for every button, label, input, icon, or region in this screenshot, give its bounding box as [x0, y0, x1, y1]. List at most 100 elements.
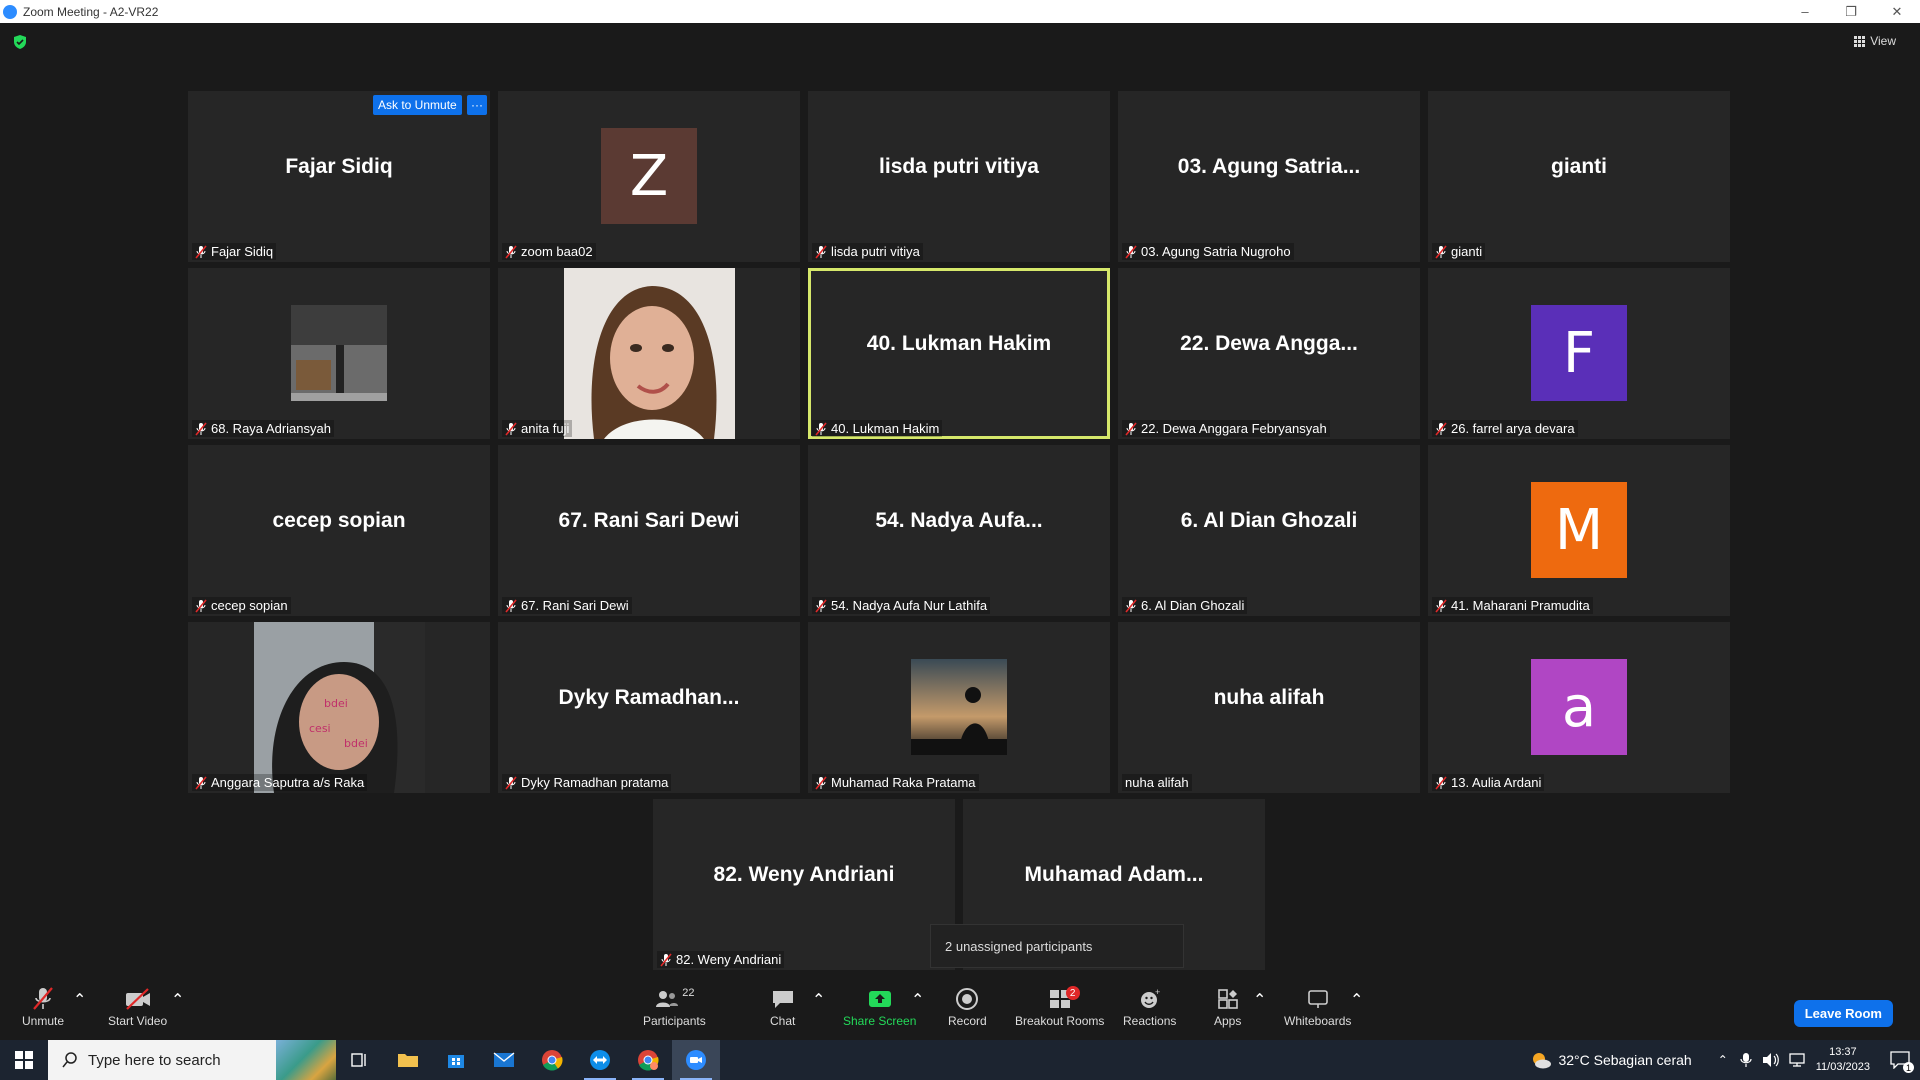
mail-app[interactable]	[480, 1040, 528, 1080]
volume-icon[interactable]	[1762, 1052, 1780, 1068]
unmute-button[interactable]: Unmute	[22, 984, 64, 1028]
participant-tile[interactable]: F 26. farrel arya devara	[1428, 268, 1730, 439]
leave-room-button[interactable]: Leave Room	[1793, 1000, 1893, 1027]
restore-button[interactable]: ❐	[1828, 0, 1874, 23]
mic-muted-icon	[1435, 244, 1447, 259]
participant-name: Fajar Sidiq	[211, 244, 274, 259]
participant-name: 67. Rani Sari Dewi	[521, 598, 629, 613]
participant-tile[interactable]: 6. Al Dian Ghozali 6. Al Dian Ghozali	[1118, 445, 1420, 616]
participant-tile[interactable]: 40. Lukman Hakim 40. Lukman Hakim	[808, 268, 1110, 439]
network-icon[interactable]	[1788, 1052, 1806, 1068]
participant-tile[interactable]: Fajar Sidiq Fajar Sidiq Ask to Unmute ···	[188, 91, 490, 262]
whiteboards-label: Whiteboards	[1284, 1014, 1352, 1028]
whiteboard-icon	[1307, 990, 1328, 1008]
apps-icon	[1217, 989, 1238, 1009]
participants-count: 22	[682, 987, 695, 999]
more-options-button[interactable]: ···	[467, 95, 487, 115]
search-icon	[62, 1052, 77, 1068]
view-label: View	[1870, 34, 1896, 48]
store-app[interactable]	[432, 1040, 480, 1080]
participant-name-label: anita fuji	[502, 420, 573, 437]
mic-muted-icon	[815, 244, 827, 259]
mic-muted-icon	[660, 952, 672, 967]
reactions-button[interactable]: + Reactions	[1123, 984, 1176, 1028]
participant-tile[interactable]: cecep sopian cecep sopian	[188, 445, 490, 616]
participant-display-name: 67. Rani Sari Dewi	[558, 508, 740, 532]
participant-name-label: 22. Dewa Anggara Febryansyah	[1122, 420, 1330, 437]
search-highlight-image	[276, 1040, 336, 1080]
weather-text[interactable]: 32°C Sebagian cerah	[1558, 1052, 1691, 1068]
minimize-button[interactable]: –	[1782, 0, 1828, 23]
ask-to-unmute-button[interactable]: Ask to Unmute	[373, 95, 462, 115]
chat-options-caret[interactable]: ⌃	[812, 990, 825, 1010]
teamviewer-app[interactable]	[576, 1040, 624, 1080]
mic-muted-icon	[1435, 598, 1447, 613]
store-icon	[448, 1055, 464, 1068]
breakout-rooms-button[interactable]: 2 Breakout Rooms	[1015, 984, 1104, 1028]
participant-name-label: 82. Weny Andriani	[657, 951, 785, 968]
participants-label: Participants	[643, 1014, 706, 1028]
participant-name: 82. Weny Andriani	[676, 952, 782, 967]
participant-tile[interactable]: Muhamad Raka Pratama	[808, 622, 1110, 793]
participant-name-label: Anggara Saputra a/s Raka	[192, 774, 368, 791]
audio-options-caret[interactable]: ⌃	[73, 990, 86, 1010]
encryption-shield-icon[interactable]	[12, 34, 28, 50]
participants-button[interactable]: 22 Participants	[643, 984, 706, 1028]
start-button[interactable]	[0, 1040, 48, 1080]
weather-icon[interactable]	[1530, 1049, 1552, 1071]
participant-tile[interactable]: nuha alifah nuha alifah	[1118, 622, 1420, 793]
taskbar-search[interactable]: Type here to search	[48, 1040, 336, 1080]
participant-tile[interactable]: 68. Raya Adriansyah	[188, 268, 490, 439]
apps-options-caret[interactable]: ⌃	[1253, 990, 1266, 1010]
participant-name-label: 67. Rani Sari Dewi	[502, 597, 632, 614]
participant-tile[interactable]: lisda putri vitiya lisda putri vitiya	[808, 91, 1110, 262]
participant-name: 54. Nadya Aufa Nur Lathifa	[831, 598, 988, 613]
share-screen-icon	[868, 991, 891, 1007]
participant-tile[interactable]: 22. Dewa Angga... 22. Dewa Anggara Febrya…	[1118, 268, 1420, 439]
participant-tile[interactable]: anita fuji	[498, 268, 800, 439]
participant-name-label: 13. Aulia Ardani	[1432, 774, 1545, 791]
whiteboards-button[interactable]: Whiteboards	[1284, 984, 1351, 1028]
participant-name: cecep sopian	[211, 598, 288, 613]
participant-tile[interactable]: a 13. Aulia Ardani	[1428, 622, 1730, 793]
notification-center-button[interactable]: 1	[1880, 1051, 1920, 1073]
chat-button[interactable]: Chat	[770, 984, 795, 1028]
participant-tile[interactable]: bdei cesi bdei Anggara Saputra a/s Raka	[188, 622, 490, 793]
participant-tile[interactable]: gianti gianti	[1428, 91, 1730, 262]
participant-name-label: 03. Agung Satria Nugroho	[1122, 243, 1294, 260]
chrome-app[interactable]	[528, 1040, 576, 1080]
share-options-caret[interactable]: ⌃	[911, 990, 924, 1010]
show-hidden-icons-chevron-icon[interactable]: ⌃	[1718, 1053, 1728, 1067]
mic-muted-icon	[195, 598, 207, 613]
participant-name: 22. Dewa Anggara Febryansyah	[1141, 421, 1327, 436]
record-button[interactable]: Record	[948, 984, 987, 1028]
whiteboard-options-caret[interactable]: ⌃	[1350, 990, 1363, 1010]
participant-tile[interactable]: Dyky Ramadhan... Dyky Ramadhan pratama	[498, 622, 800, 793]
view-button[interactable]: View	[1854, 34, 1896, 48]
participant-tile[interactable]: 03. Agung Satria... 03. Agung Satria Nugr…	[1118, 91, 1420, 262]
participant-name-label: Fajar Sidiq	[192, 243, 277, 260]
profile-picture	[911, 659, 1007, 755]
start-video-button[interactable]: Start Video	[108, 984, 167, 1028]
mic-muted-icon	[815, 598, 827, 613]
participant-tile[interactable]: M 41. Maharani Pramudita	[1428, 445, 1730, 616]
participant-tile[interactable]: 67. Rani Sari Dewi 67. Rani Sari Dewi	[498, 445, 800, 616]
video-options-caret[interactable]: ⌃	[171, 990, 184, 1010]
participant-tile[interactable]: 54. Nadya Aufa... 54. Nadya Aufa Nur Lath…	[808, 445, 1110, 616]
participant-name-label: 6. Al Dian Ghozali	[1122, 597, 1248, 614]
clock[interactable]: 13:37 11/03/2023	[1816, 1045, 1870, 1075]
zoom-app[interactable]	[672, 1040, 720, 1080]
folder-icon	[398, 1054, 418, 1067]
meeting-toolbar: Unmute ⌃ Start Video ⌃ 22 Participants C…	[0, 982, 1920, 1040]
apps-button[interactable]: Apps	[1214, 984, 1241, 1028]
file-explorer-app[interactable]	[384, 1040, 432, 1080]
record-label: Record	[948, 1014, 987, 1028]
chrome-profile-app[interactable]	[624, 1040, 672, 1080]
task-view-button[interactable]	[336, 1040, 384, 1080]
microphone-tray-icon[interactable]	[1740, 1052, 1752, 1068]
svg-text:+: +	[1155, 987, 1160, 997]
participant-tile[interactable]: Zzoom baa02	[498, 91, 800, 262]
share-screen-button[interactable]: Share Screen	[843, 984, 916, 1028]
participant-tile[interactable]: 82. Weny Andriani 82. Weny Andriani	[653, 799, 955, 970]
close-button[interactable]: ✕	[1874, 0, 1920, 23]
